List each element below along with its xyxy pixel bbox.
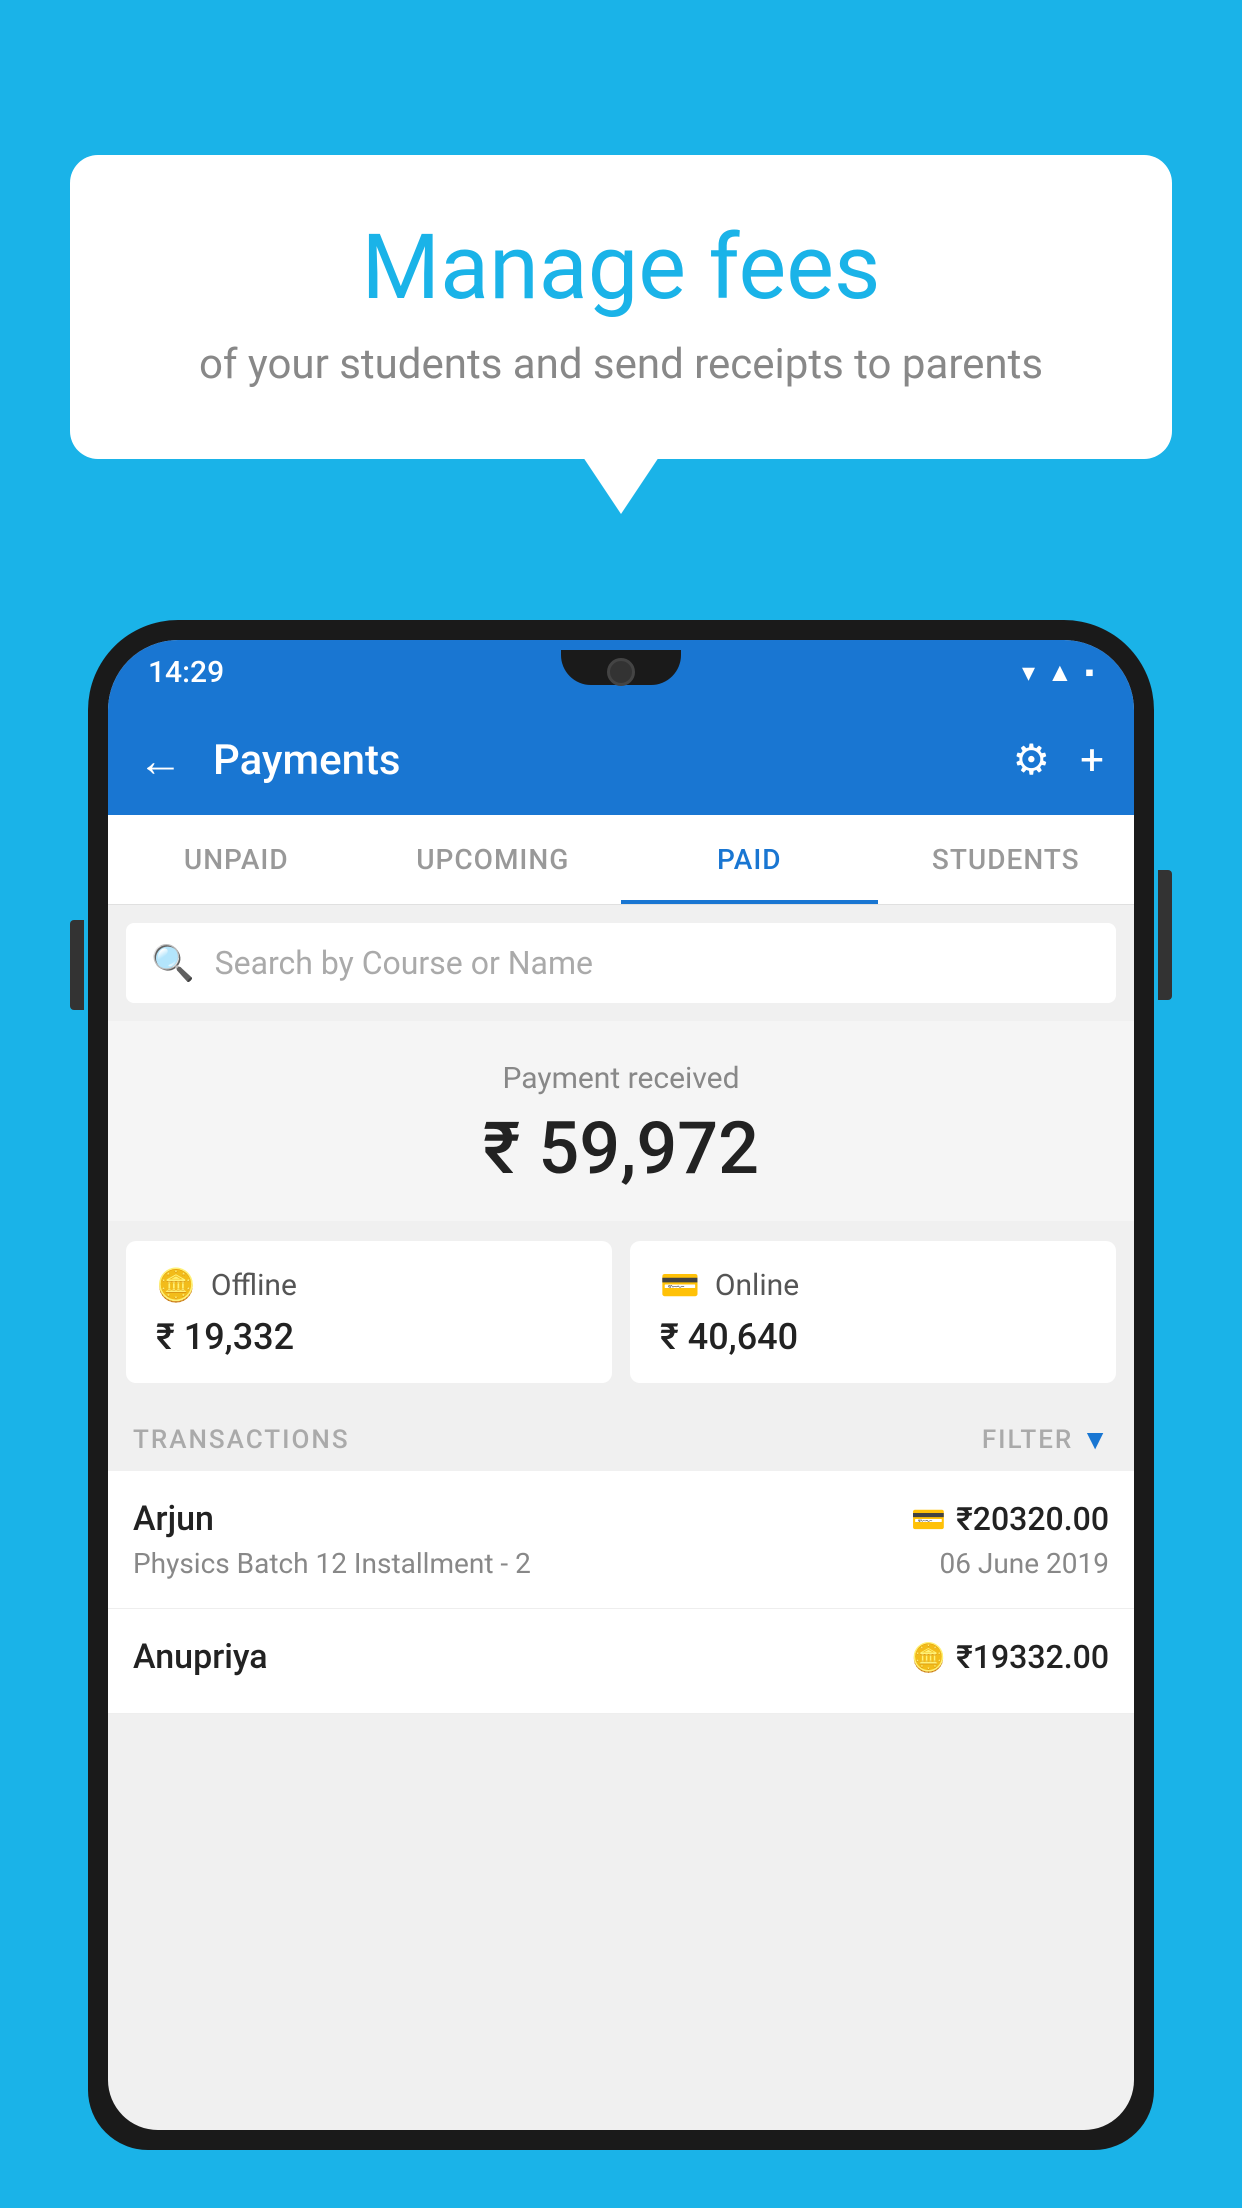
filter-section[interactable]: FILTER ▼ bbox=[982, 1423, 1109, 1456]
transaction-top-row: Arjun 💳 ₹20320.00 bbox=[133, 1499, 1109, 1539]
tab-upcoming[interactable]: UPCOMING bbox=[365, 815, 622, 904]
transaction-item-arjun[interactable]: Arjun 💳 ₹20320.00 Physics Batch 12 Insta… bbox=[108, 1471, 1134, 1609]
tab-unpaid[interactable]: UNPAID bbox=[108, 815, 365, 904]
online-icon: 💳 bbox=[660, 1266, 700, 1304]
offline-card-header: 🪙 Offline bbox=[156, 1266, 582, 1304]
transactions-label: TRANSACTIONS bbox=[133, 1425, 350, 1455]
offline-payment-card: 🪙 Offline ₹ 19,332 bbox=[126, 1241, 612, 1383]
signal-icon: ▲ bbox=[1047, 657, 1073, 688]
speech-bubble: Manage fees of your students and send re… bbox=[70, 155, 1172, 459]
online-card-header: 💳 Online bbox=[660, 1266, 1086, 1304]
transaction-amount-row: 💳 ₹20320.00 bbox=[911, 1500, 1109, 1538]
phone-button-left bbox=[70, 920, 84, 1010]
bubble-subtitle: of your students and send receipts to pa… bbox=[150, 340, 1092, 389]
transaction-sub-row: Physics Batch 12 Installment - 2 06 June… bbox=[133, 1547, 1109, 1580]
battery-icon: ▪ bbox=[1085, 657, 1094, 688]
online-amount: ₹ 40,640 bbox=[660, 1316, 1086, 1358]
offline-label: Offline bbox=[211, 1268, 297, 1303]
app-bar-title: Payments bbox=[213, 736, 983, 785]
payment-received-label: Payment received bbox=[108, 1061, 1134, 1096]
phone-notch bbox=[561, 650, 681, 685]
app-bar: ← Payments ⚙ + bbox=[108, 705, 1134, 815]
back-button[interactable]: ← bbox=[138, 734, 183, 787]
offline-icon: 🪙 bbox=[156, 1266, 196, 1304]
bubble-title: Manage fees bbox=[150, 215, 1092, 320]
transaction-amount: ₹20320.00 bbox=[956, 1500, 1109, 1538]
tab-paid[interactable]: PAID bbox=[621, 815, 878, 904]
payment-received-amount: ₹ 59,972 bbox=[108, 1106, 1134, 1191]
search-bar[interactable]: 🔍 Search by Course or Name bbox=[126, 923, 1116, 1003]
status-icons: ▾ ▲ ▪ bbox=[1022, 657, 1094, 688]
transaction-name-2: Anupriya bbox=[133, 1637, 268, 1677]
offline-amount: ₹ 19,332 bbox=[156, 1316, 582, 1358]
transaction-amount-2: ₹19332.00 bbox=[956, 1638, 1109, 1676]
payment-cards: 🪙 Offline ₹ 19,332 💳 Online ₹ 40,640 bbox=[108, 1221, 1134, 1403]
phone-screen: 14:29 ▾ ▲ ▪ ← Payments ⚙ + UNPAID UPCO bbox=[108, 640, 1134, 2130]
status-time: 14:29 bbox=[148, 655, 224, 690]
transaction-course: Physics Batch 12 Installment - 2 bbox=[133, 1547, 531, 1580]
filter-label: FILTER bbox=[982, 1425, 1073, 1455]
tab-students[interactable]: STUDENTS bbox=[878, 815, 1135, 904]
phone-button-right bbox=[1158, 870, 1172, 1000]
search-input[interactable]: Search by Course or Name bbox=[215, 944, 593, 982]
transaction-name: Arjun bbox=[133, 1499, 214, 1539]
tabs: UNPAID UPCOMING PAID STUDENTS bbox=[108, 815, 1134, 905]
transaction-amount-row-2: 🪙 ₹19332.00 bbox=[911, 1638, 1109, 1676]
transaction-payment-icon-2: 🪙 bbox=[911, 1641, 946, 1674]
transactions-header: TRANSACTIONS FILTER ▼ bbox=[108, 1403, 1134, 1471]
filter-icon: ▼ bbox=[1081, 1423, 1109, 1456]
payment-received-section: Payment received ₹ 59,972 bbox=[108, 1021, 1134, 1221]
online-payment-card: 💳 Online ₹ 40,640 bbox=[630, 1241, 1116, 1383]
search-icon: 🔍 bbox=[151, 943, 195, 984]
transaction-item-anupriya[interactable]: Anupriya 🪙 ₹19332.00 bbox=[108, 1609, 1134, 1714]
add-icon[interactable]: + bbox=[1080, 736, 1104, 785]
transaction-date: 06 June 2019 bbox=[939, 1547, 1109, 1580]
transaction-top-row-2: Anupriya 🪙 ₹19332.00 bbox=[133, 1637, 1109, 1677]
wifi-icon: ▾ bbox=[1022, 658, 1035, 688]
transaction-payment-icon: 💳 bbox=[911, 1503, 946, 1536]
settings-icon[interactable]: ⚙ bbox=[1013, 735, 1051, 785]
app-bar-actions: ⚙ + bbox=[1013, 735, 1105, 785]
phone-outer: 14:29 ▾ ▲ ▪ ← Payments ⚙ + UNPAID UPCO bbox=[88, 620, 1154, 2150]
speech-bubble-container: Manage fees of your students and send re… bbox=[70, 155, 1172, 459]
online-label: Online bbox=[715, 1268, 799, 1303]
phone-wrapper: 14:29 ▾ ▲ ▪ ← Payments ⚙ + UNPAID UPCO bbox=[88, 620, 1154, 2208]
phone-camera bbox=[607, 658, 635, 686]
